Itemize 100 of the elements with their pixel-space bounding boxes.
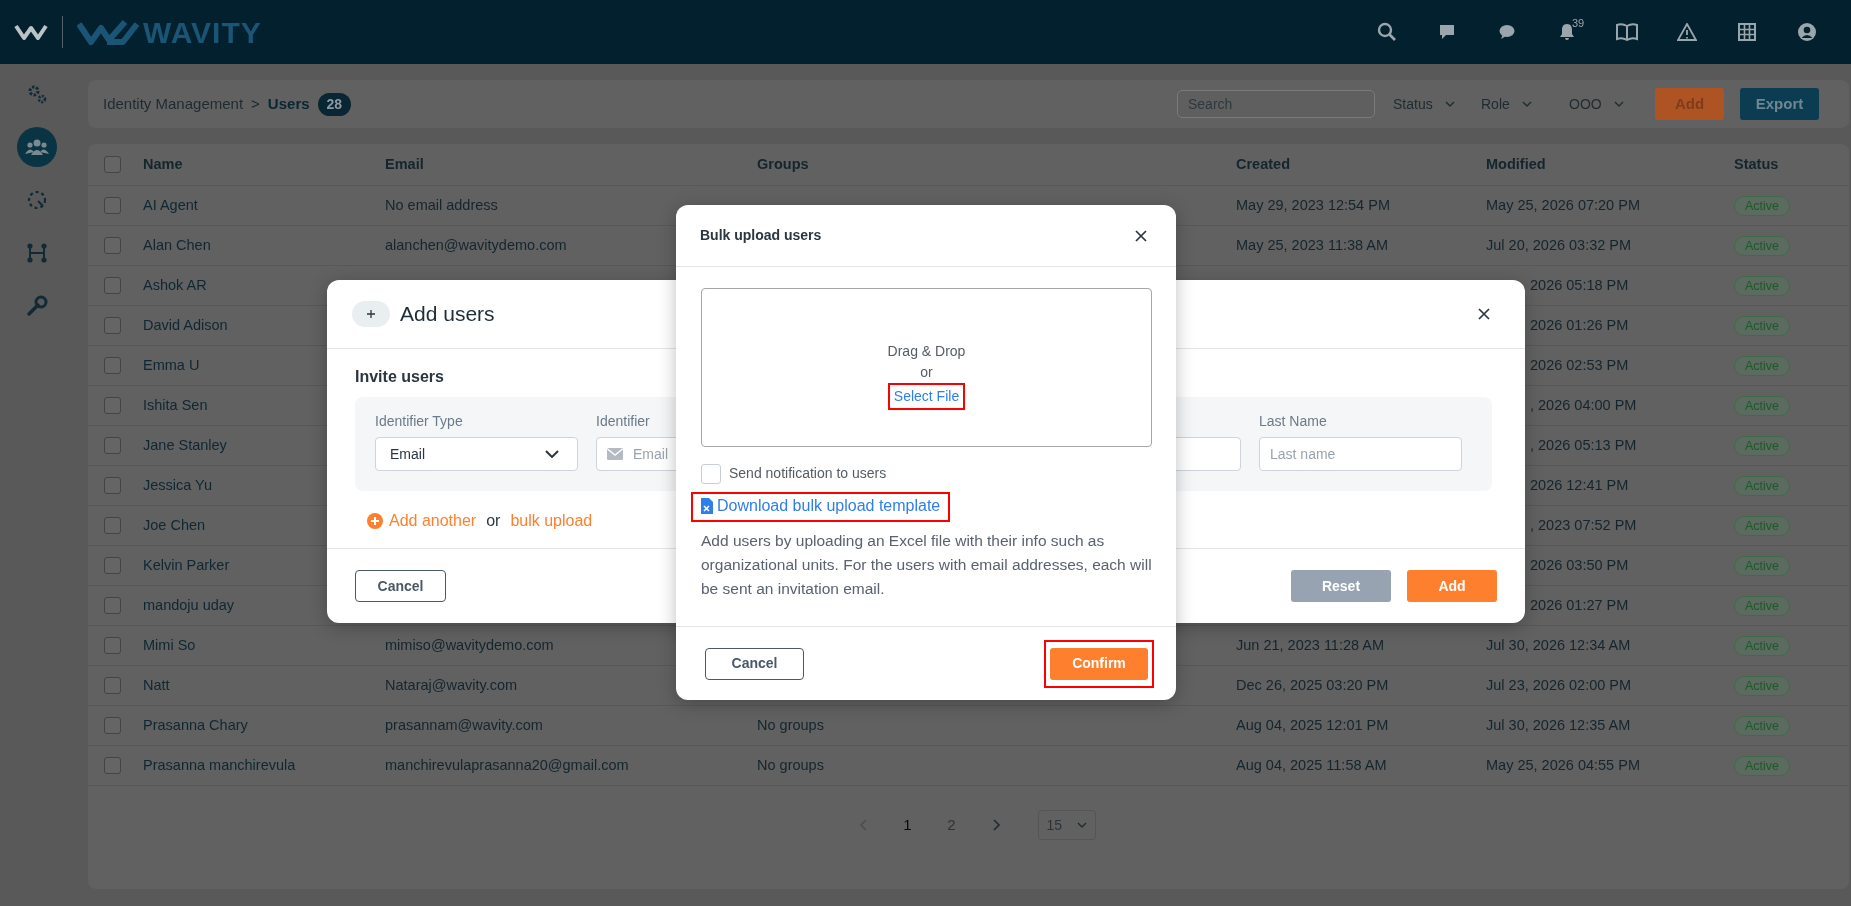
row-checkbox[interactable] — [104, 237, 121, 254]
excel-file-icon — [701, 498, 713, 514]
column-header: Created — [1236, 154, 1291, 174]
filter-dropdown[interactable]: Role — [1463, 93, 1551, 115]
drop-zone[interactable]: Drag & Drop or Select File — [701, 288, 1152, 447]
notification-count: 39 — [1572, 16, 1585, 31]
user-name-link[interactable]: Alan Chen — [143, 236, 211, 253]
field-label: Identifier Type — [375, 413, 463, 429]
chevron-icon — [1076, 822, 1087, 828]
filter-dropdown[interactable]: OOO — [1551, 93, 1639, 115]
status-badge: Active — [1734, 755, 1791, 776]
status-badge: Active — [1734, 675, 1791, 696]
close-button[interactable] — [1477, 307, 1491, 321]
sidebar-item[interactable] — [16, 127, 57, 167]
date-cell: 2026 02:53 PM — [1530, 356, 1629, 373]
confirm-button[interactable]: Confirm — [1050, 647, 1148, 680]
date-cell: 2026 05:18 PM — [1530, 276, 1629, 293]
user-name-link[interactable]: AI Agent — [143, 196, 198, 213]
row-checkbox[interactable] — [104, 557, 121, 574]
email-cell: alanchen@wavitydemo.com — [385, 236, 567, 253]
row-checkbox[interactable] — [104, 477, 121, 494]
row-checkbox[interactable] — [104, 357, 121, 374]
row-checkbox[interactable] — [104, 437, 121, 454]
status-badge: Active — [1734, 315, 1791, 336]
row-checkbox[interactable] — [104, 717, 121, 734]
search-icon[interactable] — [1377, 22, 1397, 42]
user-name-link[interactable]: Natt — [143, 676, 170, 693]
chevron-icon — [1613, 101, 1624, 107]
count-badge: 28 — [317, 92, 352, 116]
logo-icon — [14, 22, 48, 42]
dialog-title: Add users — [400, 301, 495, 328]
date-cell: 2026 03:50 PM — [1530, 556, 1629, 573]
cancel-button[interactable]: Cancel — [705, 647, 804, 680]
section-title: Invite users — [355, 368, 444, 385]
status-badge: Active — [1734, 475, 1791, 496]
text-field[interactable]: Last name — [1259, 437, 1462, 471]
chat-bubble-icon[interactable] — [1498, 23, 1516, 41]
date-cell: Jul 23, 2026 02:00 PM — [1486, 676, 1632, 693]
status-badge: Active — [1734, 235, 1791, 256]
user-name-link[interactable]: mandoju uday — [143, 596, 235, 613]
column-header: Name — [143, 154, 184, 174]
select-file-link[interactable]: Select File — [893, 388, 960, 404]
date-cell: 2026 01:27 PM — [1530, 596, 1629, 613]
field-label: Last Name — [1259, 413, 1327, 429]
export-button[interactable]: Export — [1740, 88, 1819, 120]
user-name-link[interactable]: Prasanna manchirevula — [143, 756, 296, 773]
user-name-link[interactable]: Joe Chen — [143, 516, 206, 533]
warning-icon[interactable] — [1677, 23, 1697, 41]
identifier-type-select[interactable]: Email — [375, 437, 578, 471]
select-all-checkbox[interactable] — [104, 156, 121, 173]
close-button[interactable] — [1134, 228, 1148, 243]
groups-cell: No groups — [757, 716, 824, 733]
download-template-link[interactable]: Download bulk upload template — [701, 494, 941, 518]
user-name-link[interactable]: Prasanna Chary — [143, 716, 248, 733]
date-cell: May 25, 2026 04:55 PM — [1486, 756, 1640, 773]
user-name-link[interactable]: Ashok AR — [143, 276, 207, 293]
date-cell: Jul 30, 2026 12:35 AM — [1486, 716, 1631, 733]
user-name-link[interactable]: David Adison — [143, 316, 228, 333]
user-name-link[interactable]: Jessica Yu — [143, 476, 213, 493]
date-cell: Aug 04, 2025 11:58 AM — [1236, 756, 1387, 773]
breadcrumb-link[interactable]: Identity Management — [103, 92, 244, 116]
user-name-link[interactable]: Mimi So — [143, 636, 196, 653]
email-cell: Nataraj@wavity.com — [385, 676, 518, 693]
drop-text: Drag & Drop — [887, 342, 966, 361]
row-checkbox[interactable] — [104, 517, 121, 534]
date-cell: Jun 21, 2023 11:28 AM — [1236, 636, 1385, 653]
bulk-upload-link[interactable]: bulk upload — [510, 509, 593, 533]
user-name-link[interactable]: Ishita Sen — [143, 396, 208, 413]
grid-icon[interactable] — [1738, 23, 1756, 41]
user-name-link[interactable]: Emma U — [143, 356, 200, 373]
email-cell: manchirevulaprasanna20@gmail.com — [385, 756, 629, 773]
notify-checkbox[interactable] — [701, 463, 721, 484]
book-icon[interactable] — [1616, 23, 1638, 41]
column-header: Modified — [1486, 154, 1547, 174]
status-badge: Active — [1734, 555, 1791, 576]
column-header: Status — [1734, 154, 1780, 174]
row-checkbox[interactable] — [104, 277, 121, 294]
row-checkbox[interactable] — [104, 197, 121, 214]
page-button[interactable]: 1 — [885, 812, 930, 838]
add-pill-icon — [352, 301, 390, 327]
envelope-icon — [607, 448, 623, 460]
filter-dropdown[interactable]: Status — [1375, 93, 1463, 115]
date-cell: 2026 12:41 PM — [1530, 476, 1629, 493]
add-another-link[interactable]: Add another — [389, 509, 477, 533]
add-button[interactable]: Add — [1407, 570, 1497, 602]
row-checkbox[interactable] — [104, 757, 121, 774]
row-checkbox[interactable] — [104, 597, 121, 614]
user-name-link[interactable]: Kelvin Parker — [143, 556, 230, 573]
column-header: Email — [385, 154, 425, 174]
user-avatar-icon[interactable] — [1797, 22, 1817, 42]
row-checkbox[interactable] — [104, 637, 121, 654]
chevron-icon — [545, 450, 559, 458]
user-name-link[interactable]: Jane Stanley — [143, 436, 227, 453]
date-cell: Aug 04, 2025 12:01 PM — [1236, 716, 1389, 733]
cancel-button[interactable]: Cancel — [355, 570, 446, 602]
logo-mark-icon — [77, 18, 139, 46]
row-checkbox[interactable] — [104, 317, 121, 334]
row-checkbox[interactable] — [104, 397, 121, 414]
row-checkbox[interactable] — [104, 677, 121, 694]
breadcrumb-separator: > — [251, 93, 260, 114]
